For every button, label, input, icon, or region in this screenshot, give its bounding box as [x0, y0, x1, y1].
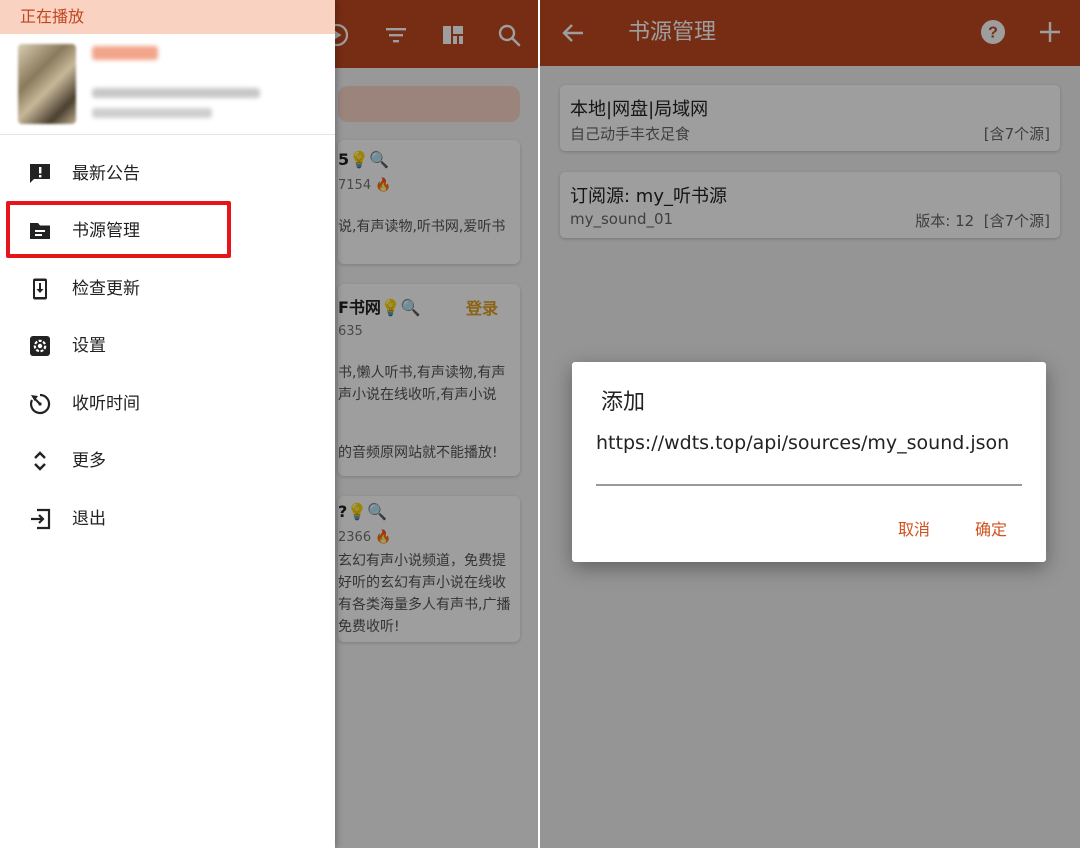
timer-icon	[29, 393, 51, 415]
menu-item-label: 最新公告	[72, 164, 140, 184]
dialog-title: 添加	[601, 390, 646, 415]
album-cover[interactable]	[18, 44, 76, 124]
highlight-box	[6, 201, 231, 258]
url-input[interactable]: https://wdts.top/api/sources/my_sound.js…	[596, 430, 1022, 486]
menu-item-more[interactable]: 更多	[10, 438, 228, 484]
phone-download-icon	[33, 278, 47, 300]
menu-item-label: 退出	[72, 509, 106, 529]
menu-item-check-update[interactable]: 检查更新	[10, 266, 228, 312]
settings-icon	[30, 336, 50, 356]
menu-item-label: 收听时间	[72, 394, 140, 414]
now-playing-header[interactable]: 正在播放	[0, 0, 335, 34]
add-source-dialog: 添加 https://wdts.top/api/sources/my_sound…	[572, 362, 1046, 562]
navigation-drawer: 正在播放 最新公告 书源管理 检查更新 设置 收听时间 更多 退出	[0, 0, 335, 848]
blurred-title	[92, 46, 158, 60]
menu-item-settings[interactable]: 设置	[10, 323, 228, 369]
exit-icon	[31, 508, 51, 530]
expand-icon	[34, 451, 46, 471]
confirm-button[interactable]: 确定	[975, 516, 1007, 540]
menu-item-exit[interactable]: 退出	[10, 496, 228, 542]
drawer-divider	[0, 134, 335, 135]
menu-item-label: 设置	[72, 336, 106, 356]
menu-item-label: 更多	[72, 451, 106, 471]
menu-item-label: 检查更新	[72, 279, 140, 299]
blurred-text	[92, 88, 260, 98]
announcement-icon	[30, 164, 50, 183]
blurred-text	[92, 108, 212, 118]
menu-item-announcement[interactable]: 最新公告	[10, 151, 228, 197]
right-screen: 书源管理 ? 本地|网盘|局域网 自己动手丰衣足食 [含7个源] 订阅源: my…	[540, 0, 1080, 848]
left-screen: 5💡🔍 7154 🔥 说,有声读物,听书网,爱听书 F书网💡🔍 登录 635 书…	[0, 0, 538, 848]
menu-item-listening-time[interactable]: 收听时间	[10, 381, 228, 427]
cancel-button[interactable]: 取消	[898, 516, 930, 540]
